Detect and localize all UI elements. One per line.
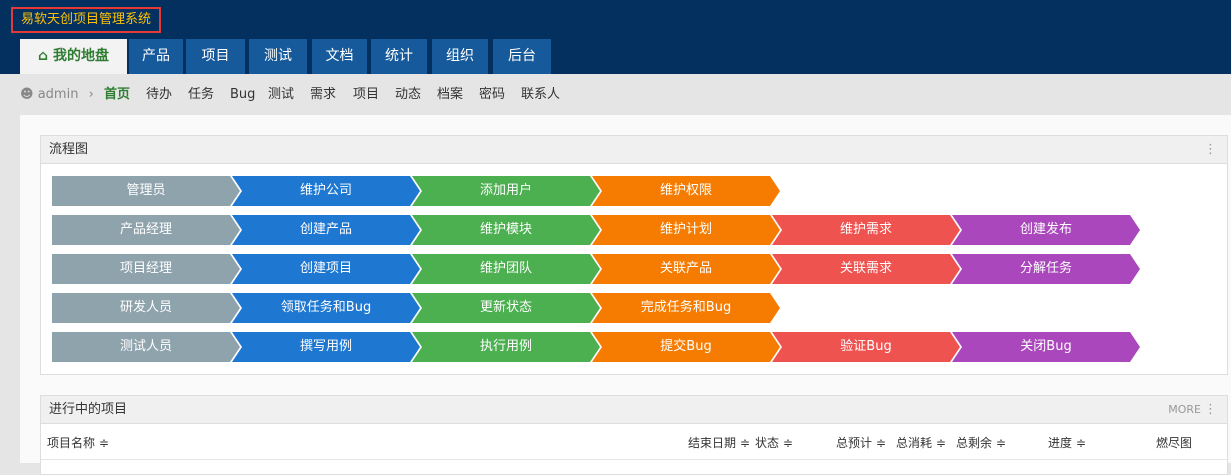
flow-step[interactable]: 领取任务和Bug: [232, 293, 420, 323]
subnav-item[interactable]: 测试: [268, 74, 294, 115]
subnav-item[interactable]: 待办: [146, 74, 172, 115]
flow-step[interactable]: 创建发布: [952, 215, 1140, 245]
user-menu[interactable]: ☻ admin ›: [20, 74, 94, 115]
flow-step[interactable]: 产品经理: [52, 215, 240, 245]
nav-tab[interactable]: 后台: [493, 39, 551, 74]
projects-panel: 进行中的项目 MORE ⋮ 项目名称 ≑ 结束日期 ≑ 状态 ≑ 总预计 ≑ 总消耗 ≑ 总剩…: [40, 395, 1228, 475]
sub-nav: ☻ admin › 首页 待办 任务 Bug 测试 需求 项目 动态 档案 密码 联系人: [0, 74, 1231, 115]
flow-step[interactable]: 更新状态: [412, 293, 600, 323]
subnav-item[interactable]: 需求: [310, 74, 336, 115]
column-header[interactable]: 总剩余 ≑: [956, 434, 1006, 451]
panel-title: 流程图: [49, 142, 89, 157]
dashboard: 流程图 ⋮ 管理员 维护公司 添加用户 维护权限产品经理 创建产品 维护模块 维护计划 维护需求…: [20, 115, 1231, 475]
flow-step[interactable]: 项目经理: [52, 254, 240, 284]
flow-step[interactable]: 执行用例: [412, 332, 600, 362]
subnav-item[interactable]: Bug: [230, 74, 255, 115]
flow-step[interactable]: 添加用户: [412, 176, 600, 206]
flow-step[interactable]: 完成任务和Bug: [592, 293, 780, 323]
column-header[interactable]: 总预计 ≑: [836, 434, 886, 451]
flow-step[interactable]: 关联需求: [772, 254, 960, 284]
subnav-item[interactable]: 联系人: [521, 74, 560, 115]
flow-step[interactable]: 关联产品: [592, 254, 780, 284]
column-header[interactable]: 进度 ≑: [1048, 434, 1086, 451]
nav-tab[interactable]: 项目: [186, 39, 245, 74]
flow-step[interactable]: 管理员: [52, 176, 240, 206]
user-icon: ☻: [20, 87, 34, 102]
column-header[interactable]: 状态 ≑: [755, 434, 793, 451]
subnav-item[interactable]: 项目: [353, 74, 379, 115]
flow-step[interactable]: 维护计划: [592, 215, 780, 245]
column-header[interactable]: 项目名称 ≑: [47, 434, 109, 451]
column-header[interactable]: 总消耗 ≑: [896, 434, 946, 451]
column-header[interactable]: 结束日期 ≑: [688, 434, 750, 451]
flow-step[interactable]: 研发人员: [52, 293, 240, 323]
more-options-icon[interactable]: ⋮: [1204, 136, 1217, 164]
flow-step[interactable]: 分解任务: [952, 254, 1140, 284]
flow-step[interactable]: 验证Bug: [772, 332, 960, 362]
chevron-right-icon: ›: [88, 87, 94, 102]
nav-tab[interactable]: 组织: [432, 39, 488, 74]
flow-step[interactable]: 维护权限: [592, 176, 780, 206]
flow-step[interactable]: 关闭Bug: [952, 332, 1140, 362]
subnav-item[interactable]: 密码: [479, 74, 505, 115]
flow-step[interactable]: 测试人员: [52, 332, 240, 362]
flow-step[interactable]: 维护团队: [412, 254, 600, 284]
flow-step[interactable]: 维护需求: [772, 215, 960, 245]
nav-tab[interactable]: 文档: [312, 39, 367, 74]
app-title[interactable]: 易软天创项目管理系统: [11, 7, 162, 33]
flow-step[interactable]: 维护模块: [412, 215, 600, 245]
subnav-item[interactable]: 任务: [188, 74, 214, 115]
home-icon: ⌂: [38, 48, 53, 64]
nav-tab[interactable]: 测试: [249, 39, 307, 74]
flowchart-panel: 流程图 ⋮ 管理员 维护公司 添加用户 维护权限产品经理 创建产品 维护模块 维护计划 维护需求…: [40, 135, 1228, 375]
column-header[interactable]: 燃尽图: [1156, 434, 1192, 451]
flow-step[interactable]: 提交Bug: [592, 332, 780, 362]
flow-step[interactable]: 撰写用例: [232, 332, 420, 362]
flow-step[interactable]: 创建产品: [232, 215, 420, 245]
subnav-item[interactable]: 动态: [395, 74, 421, 115]
subnav-item[interactable]: 档案: [437, 74, 463, 115]
subnav-item[interactable]: 首页: [104, 74, 130, 115]
flow-step[interactable]: 创建项目: [232, 254, 420, 284]
nav-tab[interactable]: 产品: [129, 39, 183, 74]
nav-tab[interactable]: 统计: [371, 39, 427, 74]
header: 易软天创项目管理系统 ⌂ 我的地盘 产品 项目 测试 文档 统计 组织 后台: [0, 0, 1231, 74]
flow-step[interactable]: 维护公司: [232, 176, 420, 206]
nav-tab[interactable]: ⌂ 我的地盘: [20, 39, 127, 74]
